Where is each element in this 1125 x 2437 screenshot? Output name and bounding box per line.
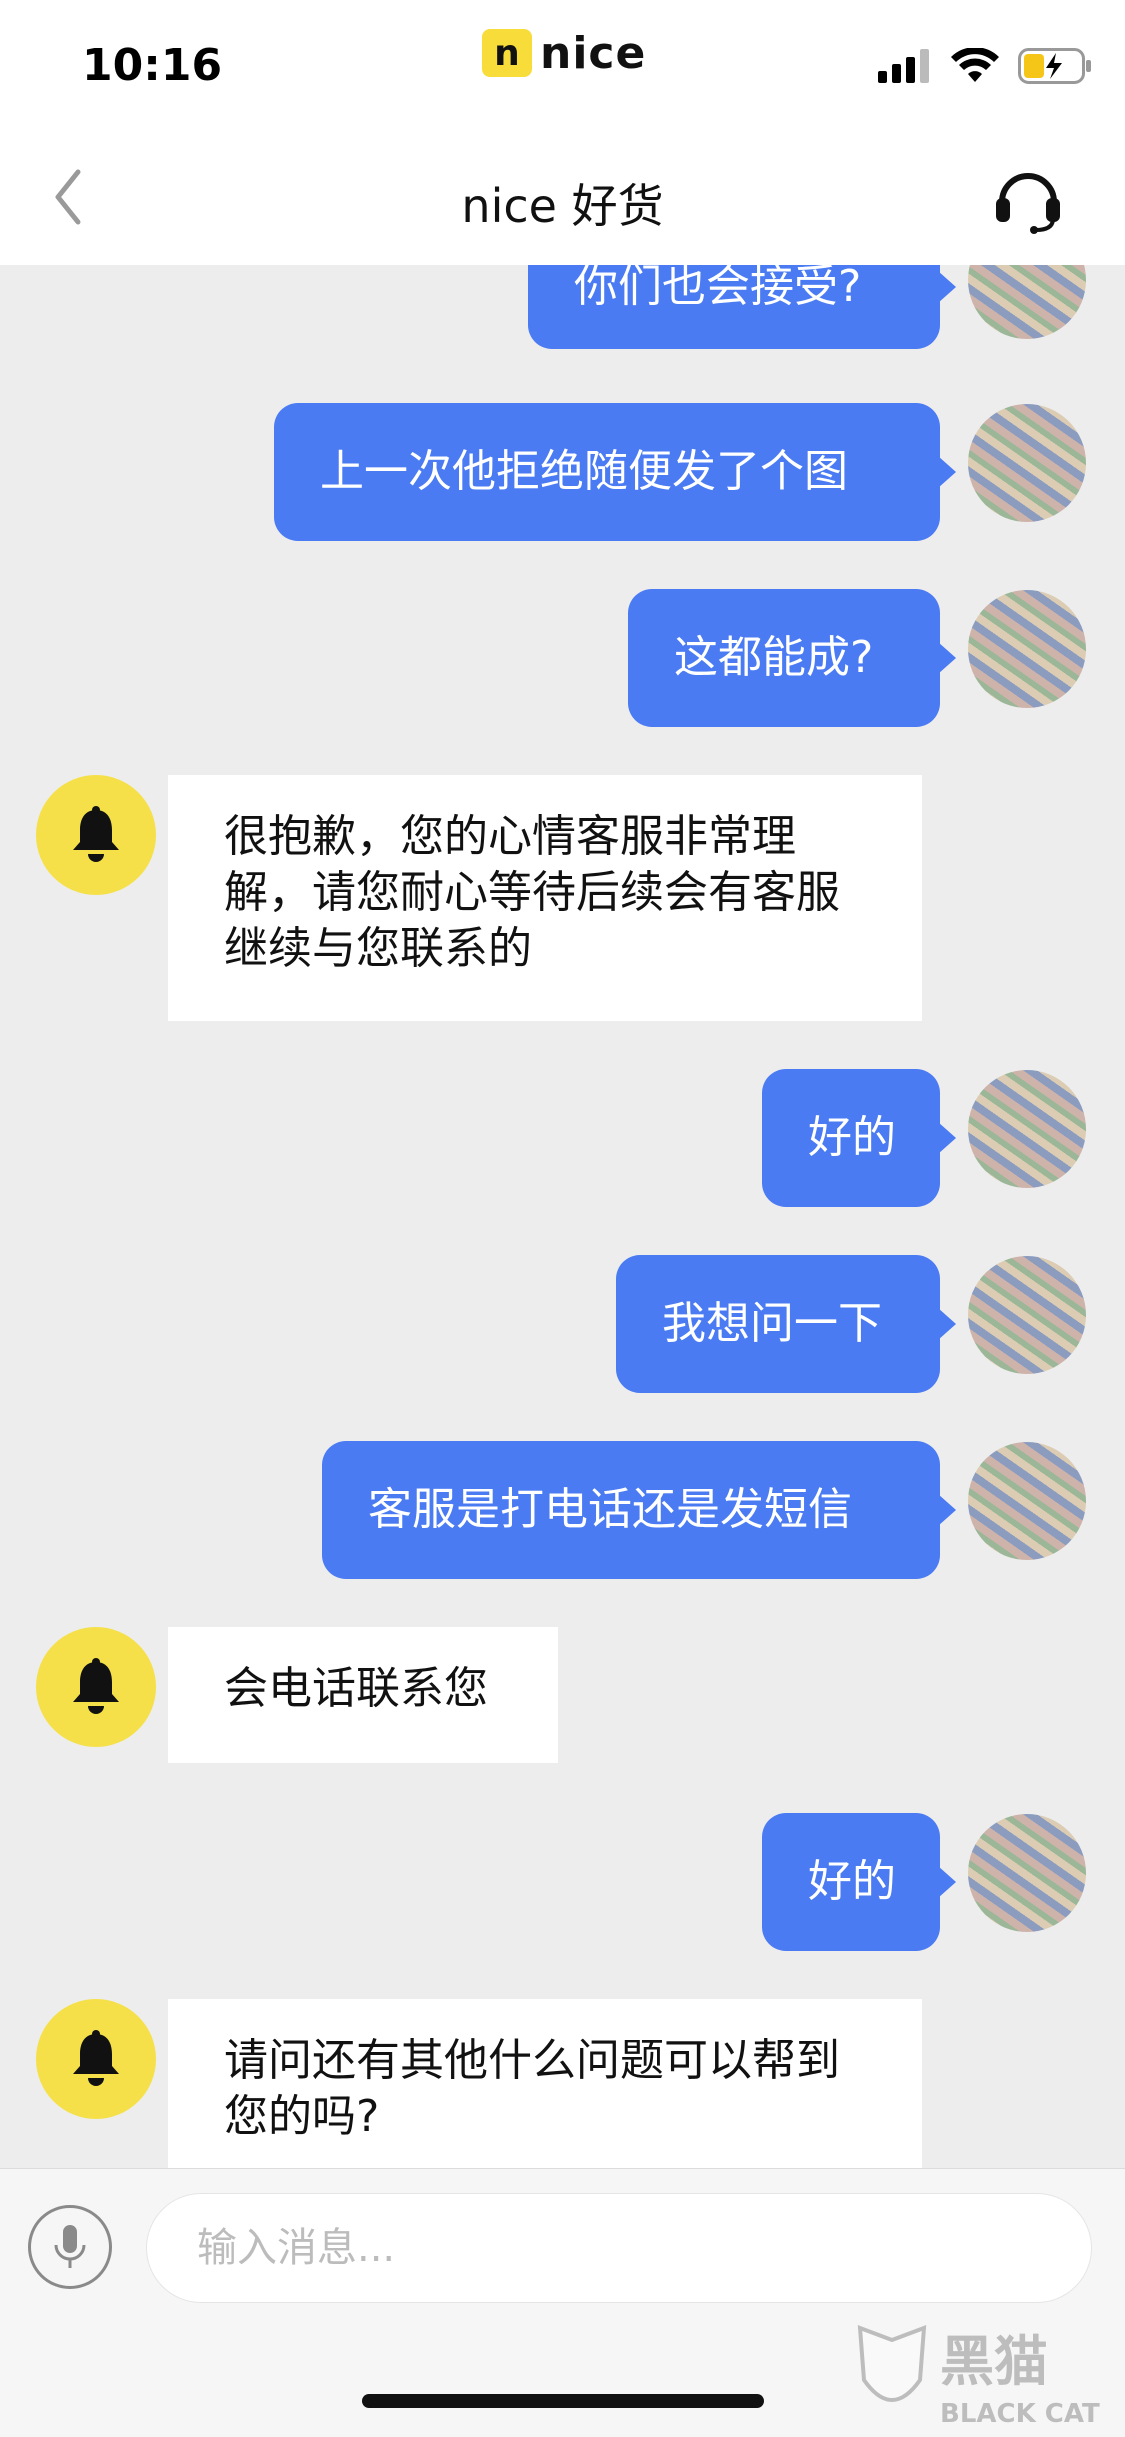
bot-message-bubble[interactable]: 请问还有其他什么问题可以帮到您的吗? bbox=[168, 1999, 922, 2168]
status-time: 10:16 bbox=[82, 40, 223, 91]
brand-logo: n nice bbox=[482, 26, 646, 80]
svg-text:BLACK CAT: BLACK CAT bbox=[940, 2399, 1100, 2429]
wifi-icon bbox=[951, 48, 999, 82]
my-message-text: 你们也会接受? bbox=[574, 265, 862, 312]
voice-input-button[interactable] bbox=[28, 2205, 112, 2289]
status-bar: 10:16 n nice bbox=[0, 0, 1125, 130]
page-title: nice 好货 bbox=[461, 179, 664, 233]
brand-logo-letter: n bbox=[482, 29, 532, 77]
user-avatar[interactable] bbox=[968, 590, 1086, 708]
my-message-bubble[interactable]: 这都能成? bbox=[628, 589, 956, 727]
user-avatar[interactable] bbox=[968, 1442, 1086, 1560]
headset-icon bbox=[996, 173, 1060, 234]
my-message-bubble[interactable]: 上一次他拒绝随便发了个图 bbox=[274, 403, 956, 541]
svg-text:黑猫: 黑猫 bbox=[940, 2330, 1048, 2393]
nav-bar: nice 好货 bbox=[0, 130, 1125, 265]
bot-message-text: 请问还有其他什么问题可以帮到您的吗? bbox=[224, 2035, 840, 2142]
bot-message-bubble[interactable]: 会电话联系您 bbox=[168, 1627, 558, 1763]
my-message-text: 上一次他拒绝随便发了个图 bbox=[320, 446, 848, 497]
user-avatar[interactable] bbox=[968, 404, 1086, 522]
chat-area[interactable]: 你们也会接受? 上一次他拒绝随便发了个图 这都能成? 很抱歉，您的心情客服非常理… bbox=[0, 265, 1125, 2168]
bot-message-text: 很抱歉，您的心情客服非常理解，请您耐心等待后续会有客服继续与您联系的 bbox=[224, 811, 840, 974]
user-avatar[interactable] bbox=[968, 1070, 1086, 1188]
watermark-logo: 黑猫 BLACK CAT bbox=[852, 2320, 1122, 2432]
bot-message-bubble[interactable]: 很抱歉，您的心情客服非常理解，请您耐心等待后续会有客服继续与您联系的 bbox=[168, 775, 922, 1021]
user-avatar[interactable] bbox=[968, 265, 1086, 339]
signal-icon bbox=[878, 49, 929, 83]
microphone-icon bbox=[54, 2225, 86, 2268]
my-message-bubble[interactable]: 客服是打电话还是发短信 bbox=[322, 1441, 956, 1579]
bot-avatar bbox=[36, 775, 156, 895]
my-message-bubble[interactable]: 你们也会接受? bbox=[528, 265, 956, 349]
bot-avatar bbox=[36, 1627, 156, 1747]
message-input[interactable] bbox=[146, 2193, 1092, 2303]
user-avatar[interactable] bbox=[968, 1814, 1086, 1932]
bot-message-text: 会电话联系您 bbox=[224, 1663, 488, 1714]
my-message-text: 好的 bbox=[808, 1856, 896, 1907]
my-message-bubble[interactable]: 我想问一下 bbox=[616, 1255, 956, 1393]
battery-charging-icon bbox=[1018, 48, 1091, 84]
my-message-text: 我想问一下 bbox=[662, 1298, 882, 1349]
my-message-text: 好的 bbox=[808, 1112, 896, 1163]
brand-logo-word: nice bbox=[540, 27, 647, 79]
my-message-bubble[interactable]: 好的 bbox=[762, 1069, 956, 1207]
status-icons bbox=[878, 48, 1092, 84]
user-avatar[interactable] bbox=[968, 1256, 1086, 1374]
bell-icon bbox=[73, 1658, 119, 1714]
my-message-text: 客服是打电话还是发短信 bbox=[368, 1484, 852, 1535]
home-indicator[interactable] bbox=[362, 2394, 764, 2408]
bell-icon bbox=[73, 2030, 119, 2086]
customer-service-button[interactable] bbox=[990, 160, 1066, 236]
bot-avatar bbox=[36, 1999, 156, 2119]
my-message-bubble[interactable]: 好的 bbox=[762, 1813, 956, 1951]
bell-icon bbox=[73, 806, 119, 862]
my-message-text: 这都能成? bbox=[674, 632, 874, 683]
